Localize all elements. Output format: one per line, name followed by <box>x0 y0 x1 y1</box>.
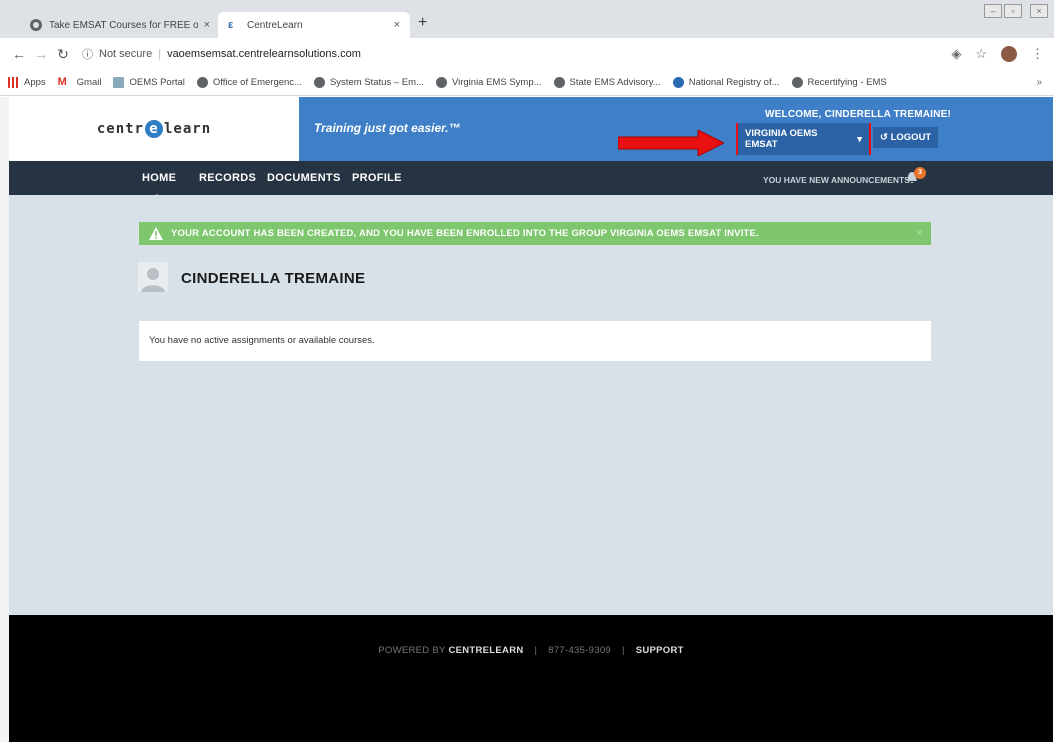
window-close-control: × <box>1030 4 1048 18</box>
toolbar-right: ◈ ☆ ⋮ <box>951 46 1044 62</box>
bookmark-system-status[interactable]: System Status – Em... <box>313 77 424 88</box>
tab-emsat-courses[interactable]: Take EMSAT Courses for FREE or × <box>20 12 220 38</box>
nav-profile[interactable]: PROFILE <box>352 172 402 184</box>
restore-icon[interactable]: ▫ <box>1004 4 1022 18</box>
centrelearn-favicon-icon: ε <box>228 19 234 31</box>
user-avatar <box>138 262 168 292</box>
bookmark-apps[interactable]: Apps <box>8 77 46 88</box>
globe-icon <box>435 77 447 88</box>
footer-line: POWERED BY CENTRELEARN | 877-435-9309 | … <box>9 645 1053 656</box>
group-selector-label: VIRGINIA OEMS EMSAT <box>745 128 818 150</box>
globe-icon <box>196 77 208 88</box>
forward-arrow-icon[interactable]: → <box>30 46 52 62</box>
window-controls: – ▫ <box>984 4 1022 18</box>
bookmark-label: OEMS Portal <box>129 77 185 88</box>
footer-divider: | <box>534 645 538 656</box>
nav-documents[interactable]: DOCUMENTS <box>267 172 341 184</box>
globe-icon <box>553 77 565 88</box>
footer-divider: | <box>621 645 625 656</box>
bookmark-state-ems[interactable]: State EMS Advisory... <box>553 77 661 88</box>
bookmark-virginia-ems[interactable]: Virginia EMS Symp... <box>435 77 542 88</box>
registry-icon <box>672 77 684 88</box>
globe-icon <box>313 77 325 88</box>
address-bar-row: ← → ↻ ⓘ Not secure | vaoemsemsat.centrel… <box>0 38 1054 70</box>
new-tab-button[interactable]: + <box>418 14 427 32</box>
announcement-count-badge: 3 <box>914 167 926 179</box>
logout-button[interactable]: ↺ LOGOUT <box>873 127 939 148</box>
footer-phone: 877-435-9309 <box>548 645 611 656</box>
announcements-link[interactable]: YOU HAVE NEW ANNOUNCEMENTS <box>763 175 910 185</box>
security-status: Not secure <box>99 48 153 60</box>
bookmark-label: Virginia EMS Symp... <box>451 77 542 88</box>
bookmark-label: Recertifying - EMS <box>807 77 887 88</box>
no-courses-message: You have no active assignments or availa… <box>149 335 375 346</box>
red-arrow-annotation <box>618 130 724 156</box>
bookmark-star-icon[interactable]: ☆ <box>975 46 987 62</box>
success-alert: YOUR ACCOUNT HAS BEEN CREATED, AND YOU H… <box>139 222 931 245</box>
bookmark-label: National Registry of... <box>688 77 780 88</box>
menu-kebab-icon[interactable]: ⋮ <box>1031 46 1044 62</box>
user-name-heading: CINDERELLA TREMAINE <box>181 270 366 287</box>
bookmarks-bar: Apps M Gmail OEMS Portal Office of Emerge… <box>0 70 1054 96</box>
alert-message: YOUR ACCOUNT HAS BEEN CREATED, AND YOU H… <box>171 228 759 239</box>
info-icon[interactable]: ⓘ <box>82 46 93 62</box>
bookmark-label: Office of Emergenc... <box>212 77 302 88</box>
centrelearn-logo[interactable]: centr e learn <box>9 97 299 161</box>
footer-brand-link[interactable]: CENTRELEARN <box>448 645 523 656</box>
bookmark-label: Gmail <box>76 77 102 88</box>
footer-support-link[interactable]: SUPPORT <box>636 645 684 656</box>
tab-close-icon[interactable]: × <box>394 19 400 31</box>
window-left-edge <box>0 97 9 742</box>
chevron-down-icon: ▾ <box>857 133 862 145</box>
tab-title: Take EMSAT Courses for FREE or <box>49 19 198 31</box>
main-navigation: HOME RECORDS DOCUMENTS PROFILE YOU HAVE … <box>9 161 1053 200</box>
tab-title: CentreLearn <box>247 19 303 31</box>
group-selector-dropdown[interactable]: VIRGINIA OEMS EMSAT ▾ <box>738 123 869 155</box>
gmail-icon: M <box>57 77 72 88</box>
logo-e-icon: e <box>145 120 163 138</box>
welcome-message: WELCOME, CINDERELLA TREMAINE! <box>765 109 951 120</box>
close-window-icon[interactable]: × <box>1030 4 1048 18</box>
globe-icon <box>791 77 803 88</box>
powered-by-text: POWERED BY <box>378 645 446 656</box>
url-separator: | <box>158 48 162 60</box>
logo-text: centr e learn <box>96 120 212 138</box>
bookmark-recertifying[interactable]: Recertifying - EMS <box>791 77 887 88</box>
tagline: Training just got easier.™ <box>314 121 461 135</box>
bookmark-national-registry[interactable]: National Registry of... <box>672 77 780 88</box>
group-selector-highlight: VIRGINIA OEMS EMSAT ▾ <box>736 123 871 155</box>
user-silhouette-icon <box>138 262 168 292</box>
url-text: vaoemsemsat.centrelearnsolutions.com <box>167 48 361 60</box>
portal-icon <box>113 77 125 88</box>
site-header: centr e learn Training just got easier.™ W… <box>9 97 1053 161</box>
apps-icon <box>8 77 19 88</box>
bookmarks-overflow-icon[interactable]: » <box>1036 77 1042 88</box>
back-arrow-icon[interactable]: ← <box>8 46 30 62</box>
tab-centrelearn[interactable]: ε CentreLearn × <box>218 12 410 38</box>
nav-home[interactable]: HOME <box>142 172 176 200</box>
nav-records[interactable]: RECORDS <box>199 172 256 184</box>
bookmark-label: Apps <box>24 77 46 88</box>
globe-icon <box>30 19 42 31</box>
browser-tab-bar: Take EMSAT Courses for FREE or × ε Centr… <box>0 0 1054 38</box>
bookmark-gmail[interactable]: M Gmail <box>57 77 102 88</box>
bookmark-oems-portal[interactable]: OEMS Portal <box>113 77 185 88</box>
alert-close-icon[interactable]: × <box>916 227 923 239</box>
bookmark-office-emergency[interactable]: Office of Emergenc... <box>196 77 302 88</box>
assignments-panel: You have no active assignments or availa… <box>139 321 931 361</box>
reload-icon[interactable]: ↻ <box>52 46 74 63</box>
address-input[interactable]: ⓘ Not secure | vaoemsemsat.centrelearnso… <box>82 43 962 65</box>
minimize-icon[interactable]: – <box>984 4 1002 18</box>
tab-close-icon[interactable]: × <box>204 19 210 31</box>
main-content: YOUR ACCOUNT HAS BEEN CREATED, AND YOU H… <box>9 195 1053 615</box>
warning-triangle-icon <box>149 227 163 240</box>
site-footer: POWERED BY CENTRELEARN | 877-435-9309 | … <box>9 615 1053 742</box>
extension-icon[interactable]: ◈ <box>951 46 961 62</box>
bookmark-label: State EMS Advisory... <box>569 77 661 88</box>
profile-avatar-icon[interactable] <box>1001 46 1017 62</box>
bookmark-label: System Status – Em... <box>329 77 424 88</box>
